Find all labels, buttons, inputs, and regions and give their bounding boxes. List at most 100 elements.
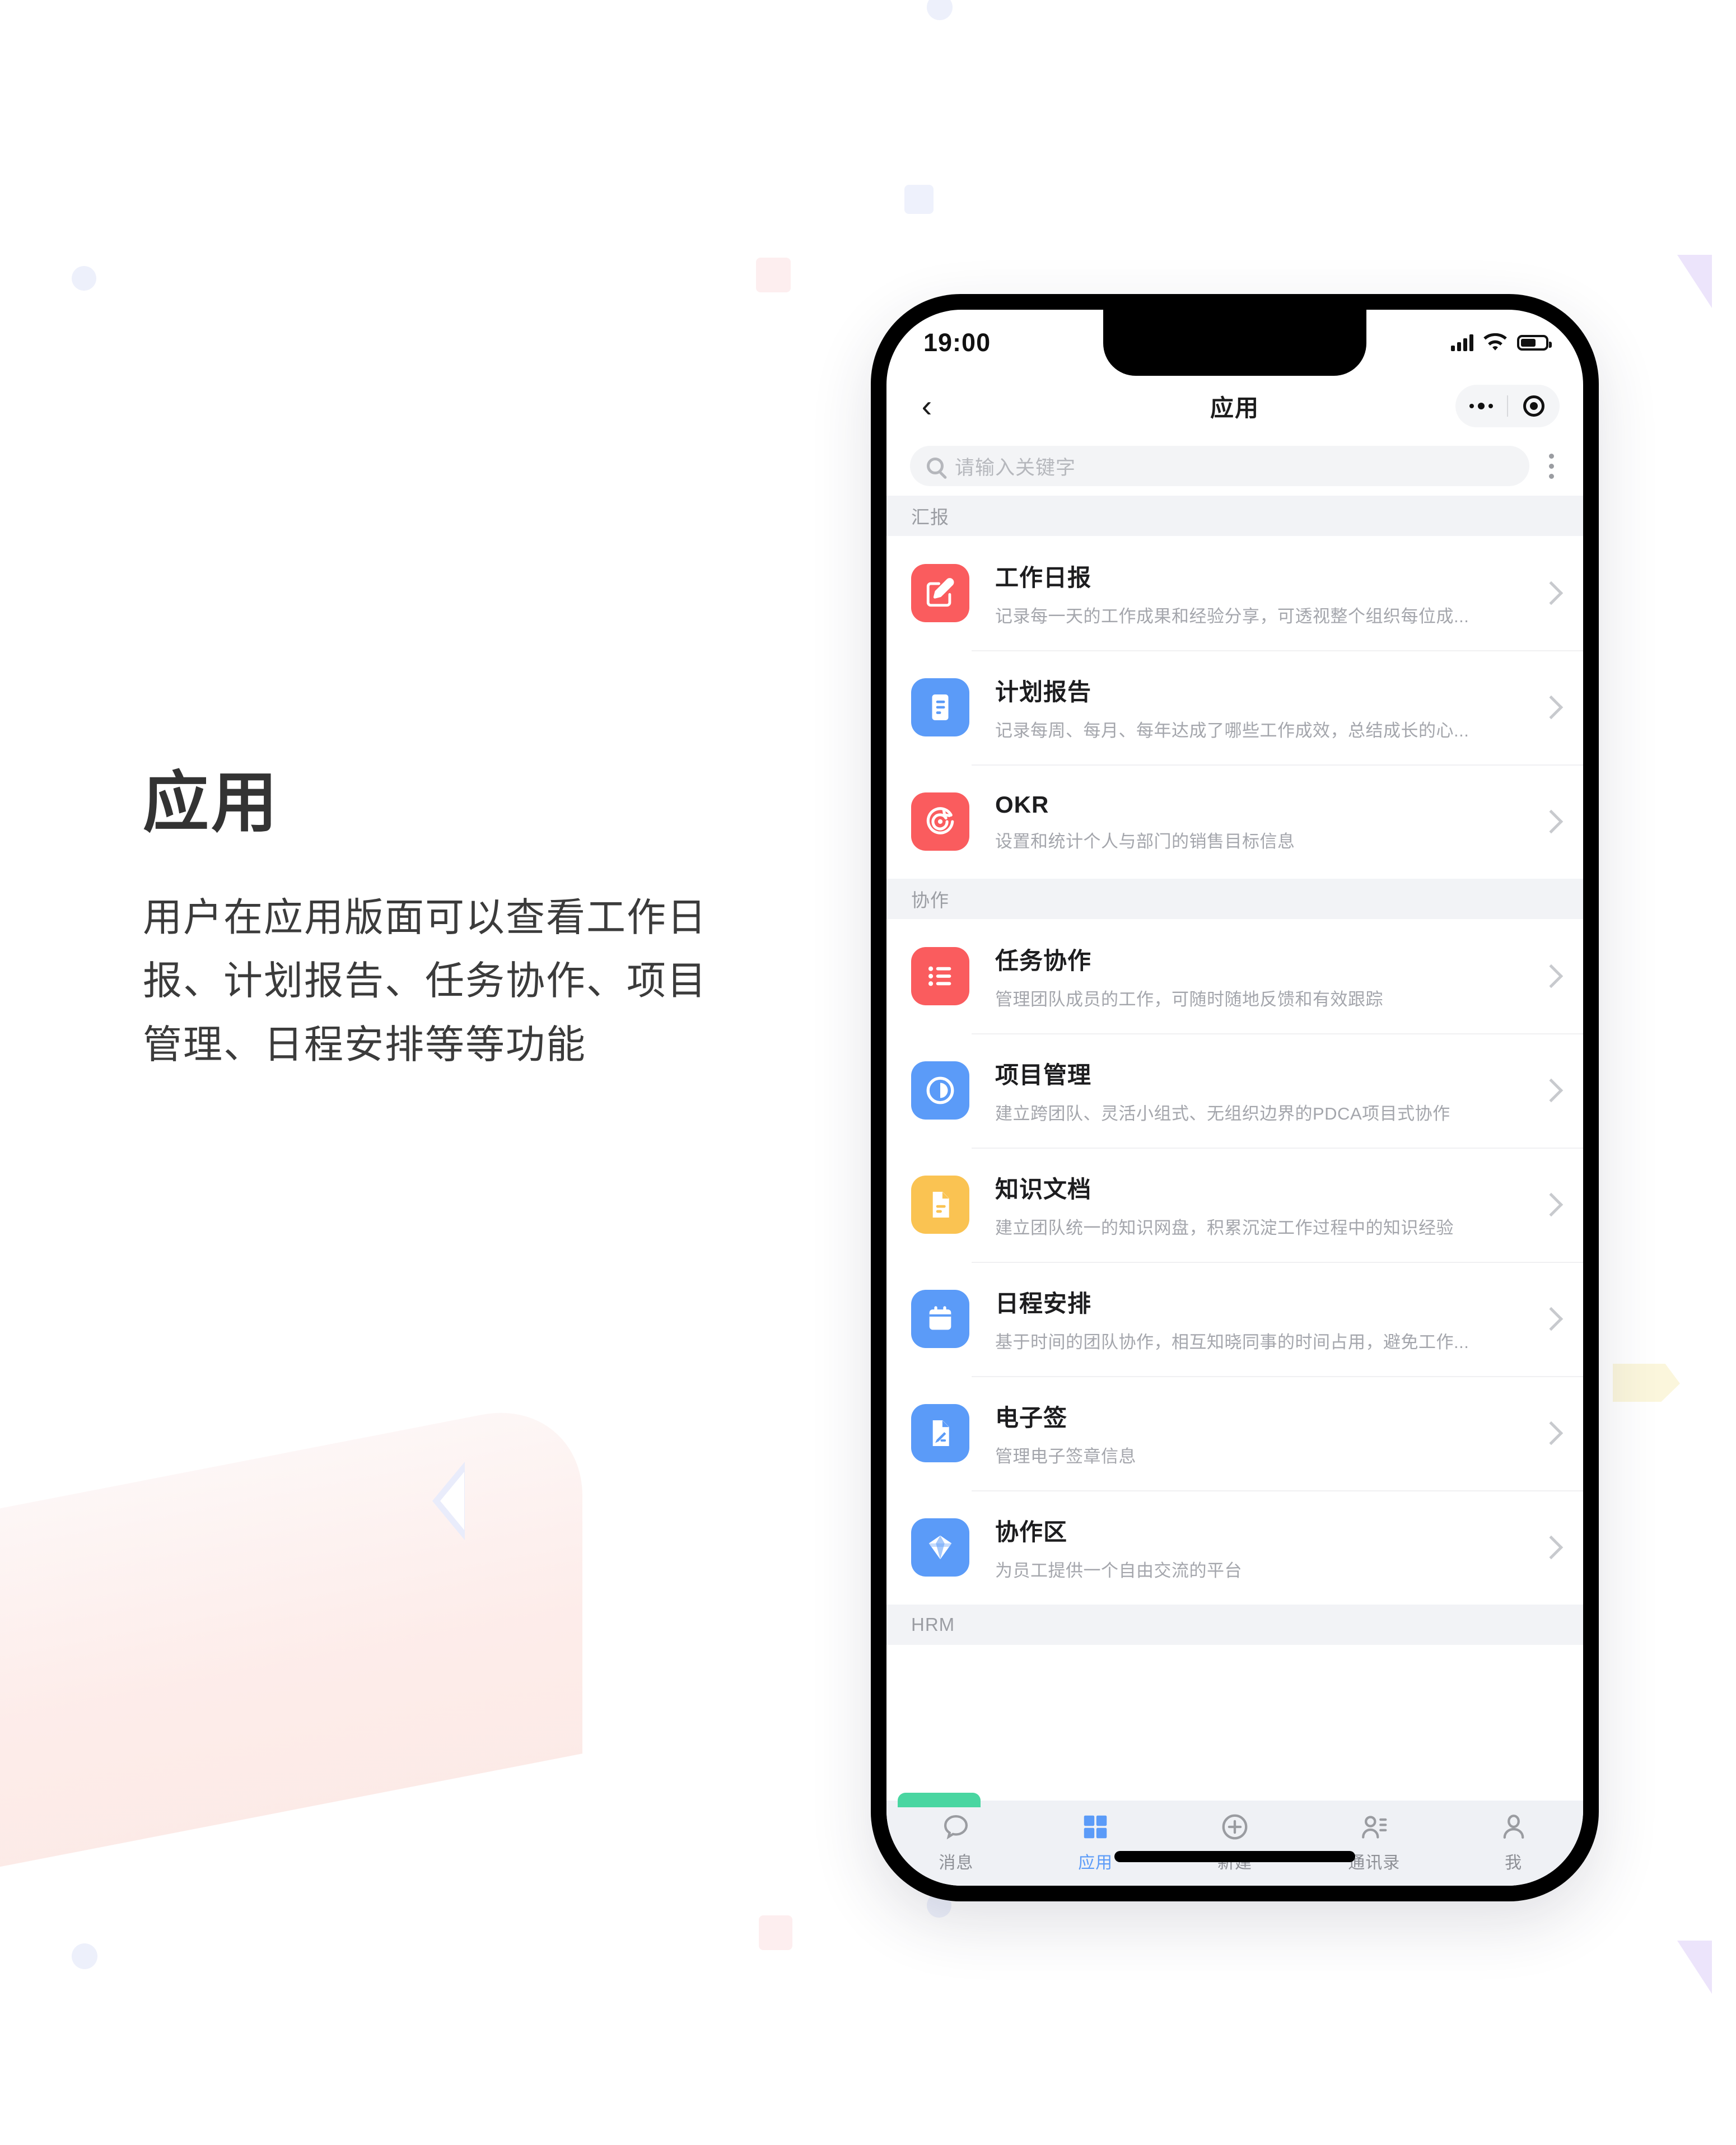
list-item-e-sign[interactable]: 电子签 管理电子签章信息	[886, 1376, 1583, 1490]
list-item-schedule[interactable]: 日程安排 基于时间的团队协作，相互知晓同事的时间占用，避免工作...	[886, 1262, 1583, 1376]
kebab-menu-icon[interactable]	[1529, 453, 1573, 479]
tab-contacts[interactable]: 通讯录	[1304, 1811, 1444, 1873]
tab-label: 应用	[1078, 1854, 1113, 1872]
decor-triangle-top-right	[1677, 255, 1712, 308]
list-item-subtitle: 管理团队成员的工作，可随时随地反馈和有效跟踪	[995, 990, 1383, 1009]
plus-circle-icon	[1220, 1811, 1250, 1843]
phone-screen: 19:00 ‹ 应用 请输入关键字 汇报 工作日报 记录每一天的工作成果和经验分…	[886, 310, 1583, 1886]
status-time: 19:00	[923, 328, 991, 357]
battery-icon	[1517, 335, 1552, 351]
diamond-layers-icon	[911, 1518, 969, 1577]
list-item-text: 计划报告 记录每周、每月、每年达成了哪些工作成效，总结成长的心...	[995, 673, 1530, 742]
tab-label: 我	[1505, 1854, 1523, 1872]
nav-bar: ‹ 应用	[886, 376, 1583, 436]
bullet-list-icon	[911, 947, 969, 1005]
chevron-right-icon	[1539, 581, 1564, 605]
list-item-text: 电子签 管理电子签章信息	[995, 1399, 1530, 1467]
wifi-icon	[1483, 333, 1507, 351]
list-item-title: 项目管理	[995, 1062, 1092, 1088]
file-text-icon	[911, 1176, 969, 1234]
app-list[interactable]: 汇报 工作日报 记录每一天的工作成果和经验分享，可透视整个组织每位成... 计划…	[886, 496, 1583, 1801]
target-circle-icon[interactable]	[1508, 395, 1560, 417]
search-input[interactable]: 请输入关键字	[910, 446, 1529, 486]
chevron-right-icon	[1539, 1078, 1564, 1103]
grid-squares-icon	[1080, 1811, 1110, 1843]
list-item-title: 电子签	[995, 1405, 1068, 1431]
home-indicator	[1114, 1851, 1355, 1862]
list-item-title: 计划报告	[995, 679, 1092, 705]
file-sign-icon	[911, 1404, 969, 1462]
list-item-text: 日程安排 基于时间的团队协作，相互知晓同事的时间占用，避免工作...	[995, 1285, 1530, 1353]
green-accent-tab	[898, 1793, 981, 1807]
list-item-subtitle: 为员工提供一个自由交流的平台	[995, 1561, 1242, 1580]
tab-messages[interactable]: 消息	[886, 1811, 1026, 1873]
group-header-hrm: HRM	[886, 1605, 1583, 1645]
decor-pink-blob	[0, 1395, 582, 1876]
decor-triangle-inner	[440, 1472, 464, 1530]
group-header-report: 汇报	[886, 496, 1583, 536]
list-item-title: OKR	[995, 791, 1049, 818]
list-item-text: OKR 设置和统计个人与部门的销售目标信息	[995, 791, 1530, 852]
more-dots-icon[interactable]	[1455, 403, 1507, 409]
list-item-project-mgmt[interactable]: 项目管理 建立跨团队、灵活小组式、无组织边界的PDCA项目式协作	[886, 1033, 1583, 1148]
list-item-title: 工作日报	[995, 565, 1092, 591]
search-row: 请输入关键字	[886, 436, 1583, 496]
search-icon	[927, 458, 944, 474]
decor-square-2	[756, 258, 791, 292]
list-item-knowledge-doc[interactable]: 知识文档 建立团队统一的知识网盘，积累沉淀工作过程中的知识经验	[886, 1148, 1583, 1262]
list-item-task-collab[interactable]: 任务协作 管理团队成员的工作，可随时随地反馈和有效跟踪	[886, 919, 1583, 1033]
chat-bubble-icon	[941, 1811, 971, 1843]
list-item-text: 工作日报 记录每一天的工作成果和经验分享，可透视整个组织每位成...	[995, 559, 1530, 627]
list-item-text: 协作区 为员工提供一个自由交流的平台	[995, 1513, 1530, 1582]
group-header-collab: 协作	[886, 879, 1583, 919]
chevron-right-icon	[1539, 809, 1564, 834]
list-item-subtitle: 建立跨团队、灵活小组式、无组织边界的PDCA项目式协作	[995, 1104, 1450, 1123]
list-item-subtitle: 设置和统计个人与部门的销售目标信息	[995, 831, 1295, 851]
target-arrow-icon	[911, 792, 969, 851]
chevron-right-icon	[1539, 964, 1564, 988]
list-item-title: 知识文档	[995, 1176, 1092, 1202]
document-lines-icon	[911, 678, 969, 736]
list-item-subtitle: 建立团队统一的知识网盘，积累沉淀工作过程中的知识经验	[995, 1218, 1454, 1238]
chevron-right-icon	[1539, 1421, 1564, 1445]
decor-square-1	[904, 185, 934, 214]
decor-triangle-bottom-right	[1677, 1941, 1712, 1994]
list-item-plan-report[interactable]: 计划报告 记录每周、每月、每年达成了哪些工作成效，总结成长的心...	[886, 650, 1583, 764]
list-item-text: 任务协作 管理团队成员的工作，可随时随地反馈和有效跟踪	[995, 942, 1530, 1010]
list-item-okr[interactable]: OKR 设置和统计个人与部门的销售目标信息	[886, 764, 1583, 879]
page-description: 用户在应用版面可以查看工作日报、计划报告、任务协作、项目管理、日程安排等等功能	[143, 895, 707, 1066]
list-item-text: 知识文档 建立团队统一的知识网盘，积累沉淀工作过程中的知识经验	[995, 1171, 1530, 1239]
tab-me[interactable]: 我	[1444, 1811, 1583, 1873]
edit-square-icon	[911, 564, 969, 622]
chevron-right-icon	[1539, 1192, 1564, 1217]
list-item-work-daily[interactable]: 工作日报 记录每一天的工作成果和经验分享，可透视整个组织每位成...	[886, 536, 1583, 650]
pie-clock-icon	[911, 1061, 969, 1120]
tab-label: 通讯录	[1348, 1854, 1401, 1872]
calendar-icon	[911, 1290, 969, 1348]
list-item-title: 协作区	[995, 1519, 1068, 1545]
chevron-right-icon	[1539, 695, 1564, 720]
list-item-subtitle: 基于时间的团队协作，相互知晓同事的时间占用，避免工作...	[995, 1332, 1469, 1352]
list-item-collab-zone[interactable]: 协作区 为员工提供一个自由交流的平台	[886, 1490, 1583, 1605]
decor-square-3	[759, 1915, 792, 1950]
status-indicators	[1451, 333, 1552, 352]
decor-dot-1	[72, 266, 96, 291]
intro-panel: 应用 用户在应用版面可以查看工作日报、计划报告、任务协作、项目管理、日程安排等等…	[143, 767, 770, 1076]
tab-label: 消息	[939, 1854, 974, 1872]
list-item-subtitle: 管理电子签章信息	[995, 1447, 1136, 1466]
list-item-text: 项目管理 建立跨团队、灵活小组式、无组织边界的PDCA项目式协作	[995, 1056, 1530, 1125]
tab-apps[interactable]: 应用	[1026, 1811, 1165, 1873]
phone-mockup: 19:00 ‹ 应用 请输入关键字 汇报 工作日报 记录每一天的工作成果和经验分…	[871, 294, 1599, 1901]
chevron-right-icon	[1539, 1535, 1564, 1560]
tab-bar: 消息 应用 新建 通讯录 我	[886, 1793, 1583, 1886]
list-item-title: 日程安排	[995, 1290, 1092, 1317]
chevron-right-icon	[1539, 1307, 1564, 1331]
page-title: 应用	[143, 766, 280, 840]
decor-triangle-outline	[432, 1462, 465, 1540]
search-placeholder: 请输入关键字	[955, 456, 1076, 479]
person-icon	[1499, 1811, 1529, 1843]
list-item-subtitle: 记录每周、每月、每年达成了哪些工作成效，总结成长的心...	[995, 721, 1469, 740]
tab-new[interactable]: 新建	[1165, 1811, 1305, 1873]
contacts-icon	[1359, 1811, 1389, 1843]
signal-bars-icon	[1451, 334, 1473, 351]
